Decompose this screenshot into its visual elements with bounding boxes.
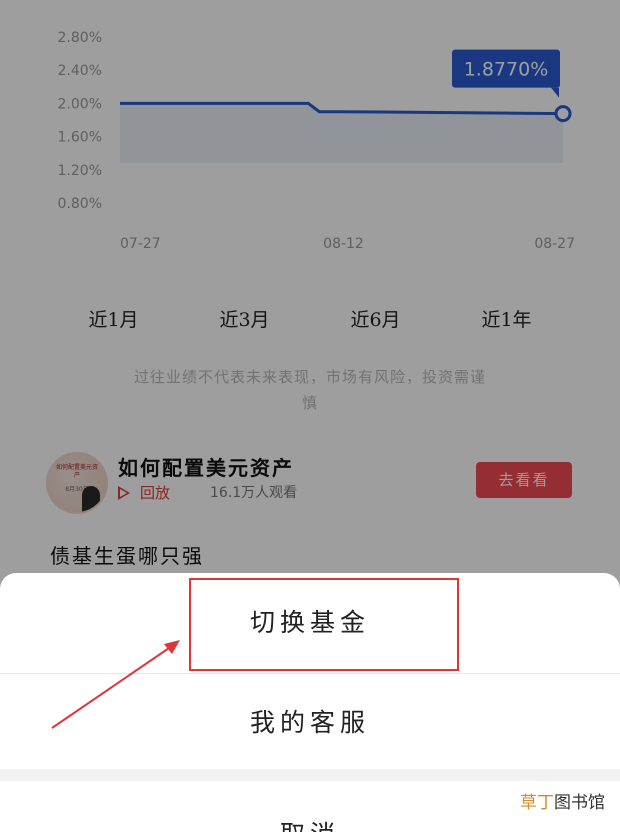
watermark: 草丁图书馆 xyxy=(520,788,605,813)
watermark-part-1: 草丁 xyxy=(520,793,554,813)
arrow-line xyxy=(51,645,173,729)
arrow-head xyxy=(164,640,180,654)
annotation-arrow xyxy=(51,640,180,729)
watermark-part-2: 图书馆 xyxy=(554,793,605,813)
